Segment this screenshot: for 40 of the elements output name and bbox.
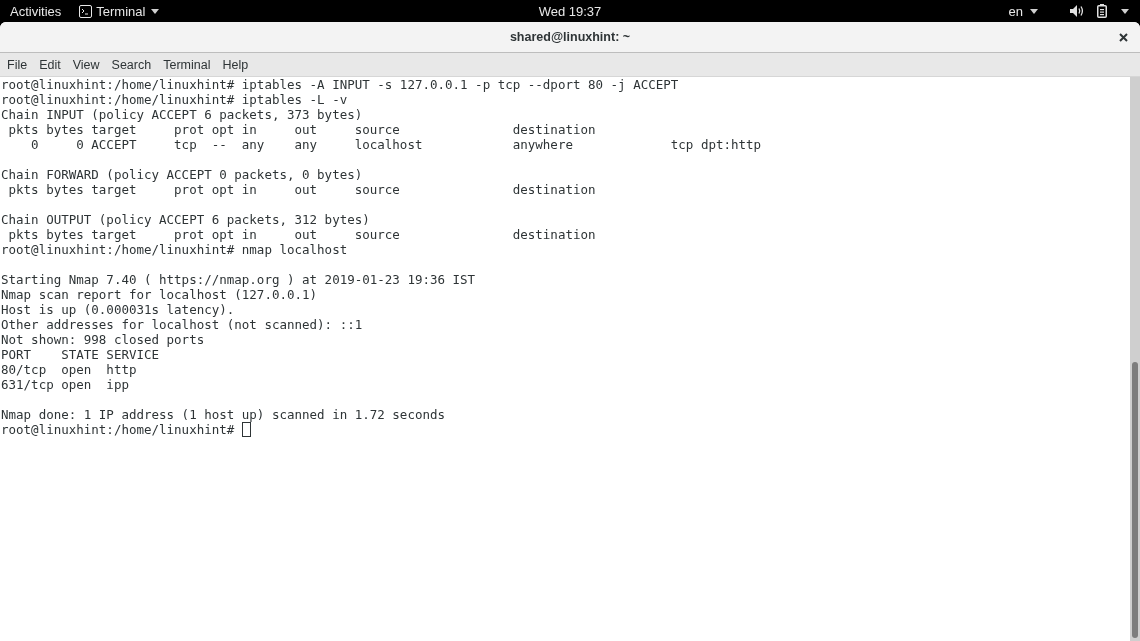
terminal-line: root@linuxhint:/home/linuxhint# iptables -A INPUT -s 127.0.0.1 -p tcp --dport 80 -j ACCEPT — [1, 77, 679, 92]
window-title: shared@linuxhint: ~ — [509, 30, 631, 44]
menu-item[interactable]: Search — [105, 55, 158, 74]
terminal-line: Other addresses for localhost (not scanned): ::1 — [1, 317, 363, 332]
input-source-button[interactable]: en — [1001, 1, 1045, 21]
menu-item[interactable]: File — [1, 55, 34, 74]
menu-item[interactable]: Help — [216, 55, 255, 74]
terminal-line: Host is up (0.000031s latency). — [1, 302, 235, 317]
terminal-line: pkts bytes target prot opt in out source destination — [7, 227, 596, 242]
scrollbar-thumb[interactable] — [1132, 362, 1138, 638]
terminal-line: PORT STATE SERVICE — [1, 347, 160, 362]
caret-icon — [151, 8, 160, 14]
speaker-icon — [1070, 5, 1084, 17]
activities-button[interactable]: Activities — [3, 1, 69, 21]
terminal-line: 631/tcp open ipp — [1, 377, 129, 392]
terminal-line: Chain OUTPUT (policy ACCEPT 6 packets, 312 bytes) — [1, 212, 370, 227]
caret-icon — [1121, 8, 1129, 14]
terminal-line: Starting Nmap 7.40 ( https://nmap.org ) at 2019-01-23 19:36 IST — [1, 272, 476, 287]
battery-icon — [1097, 4, 1107, 18]
scrollbar-track[interactable] — [1130, 77, 1140, 641]
caret-icon — [1030, 8, 1038, 14]
menu-item[interactable]: View — [66, 55, 106, 74]
app-menu-button[interactable]: Terminal — [72, 1, 167, 21]
terminal-line: pkts bytes target prot opt in out source destination — [7, 122, 596, 137]
menu-item[interactable]: Terminal — [157, 55, 217, 74]
terminal-line: root@linuxhint:/home/linuxhint# iptables -L -v — [1, 92, 348, 107]
terminal-line: Chain FORWARD (policy ACCEPT 0 packets, 0 bytes) — [1, 167, 363, 182]
terminal-line: 0 0 ACCEPT tcp -- any any localhost anywhere tcp dpt:http — [30, 137, 762, 152]
terminal-line: Nmap done: 1 IP address (1 host up) scanned in 1.72 seconds — [1, 407, 445, 422]
menu-item[interactable]: Edit — [33, 55, 67, 74]
terminal-line: pkts bytes target prot opt in out source destination — [7, 182, 596, 197]
terminal-line: 80/tcp open http — [1, 362, 137, 377]
terminal-line: root@linuxhint:/home/linuxhint# — [1, 422, 235, 437]
terminal-line: Not shown: 998 closed ports — [1, 332, 205, 347]
close-icon — [1119, 32, 1128, 42]
clock-button[interactable]: Wed 19:37 — [531, 1, 609, 21]
terminal-icon — [79, 4, 93, 18]
terminal-line: Chain INPUT (policy ACCEPT 6 packets, 373 bytes) — [1, 107, 363, 122]
terminal-line: root@linuxhint:/home/linuxhint# nmap localhost — [1, 242, 348, 257]
terminal-line: Nmap scan report for localhost (127.0.0.1) — [1, 287, 318, 302]
